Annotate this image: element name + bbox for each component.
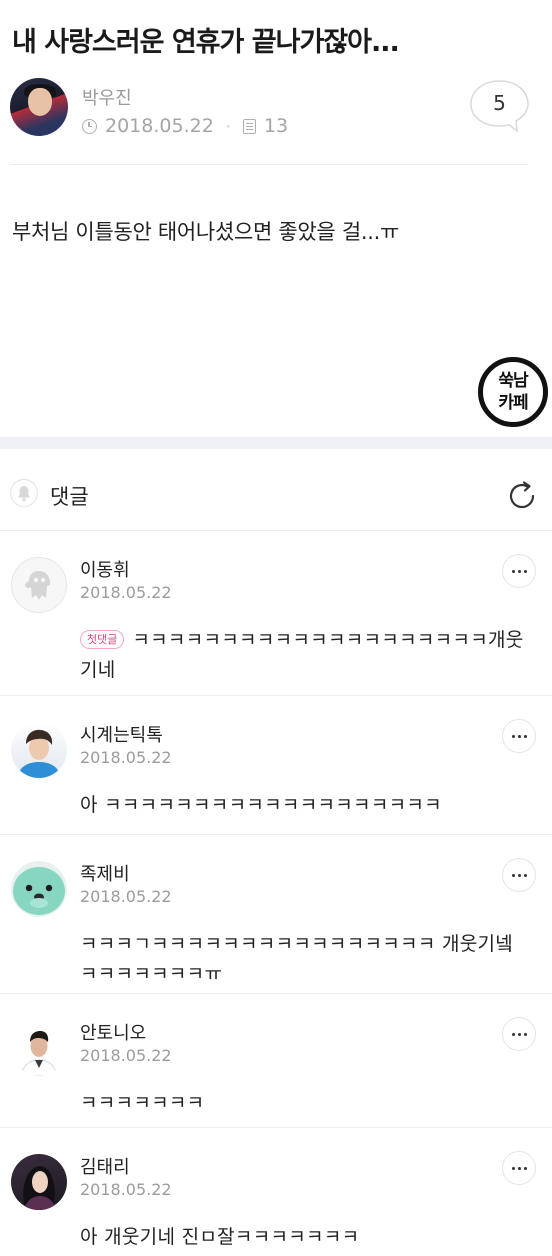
commenter-name[interactable]: 김태리 — [80, 1153, 130, 1179]
comment-text-block: 첫댓글 ㅋㅋㅋㅋㅋㅋㅋㅋㅋㅋㅋㅋㅋㅋㅋㅋㅋㅋㅋㅋ개웃기네 — [80, 625, 530, 685]
section-divider — [0, 437, 552, 449]
comment-text: 아 ㅋㅋㅋㅋㅋㅋㅋㅋㅋㅋㅋㅋㅋㅋㅋㅋㅋㅋㅋ — [80, 794, 442, 816]
bell-icon — [18, 486, 30, 502]
more-dot — [524, 1033, 527, 1036]
comments-header: 댓글 — [0, 449, 552, 531]
more-dot — [512, 1033, 515, 1036]
profile-photo — [13, 867, 65, 915]
more-dot — [518, 1167, 521, 1170]
comment-item: 족제비 2018.05.22 ㅋㅋㅋㄱㅋㅋㅋㅋㅋㅋㅋㅋㅋㅋㅋㅋㅋㅋㅋㅋ 개웃기넼… — [0, 835, 552, 994]
more-options-button[interactable] — [502, 719, 536, 753]
notification-toggle[interactable] — [10, 479, 38, 507]
commenter-avatar[interactable] — [11, 557, 67, 613]
commenter-name[interactable]: 족제비 — [80, 860, 130, 886]
more-options-button[interactable] — [502, 1017, 536, 1051]
document-icon — [242, 118, 256, 134]
commenter-avatar[interactable] — [11, 722, 67, 778]
comment-text: ㅋㅋㅋㅋㅋㅋㅋ — [80, 1092, 205, 1114]
meta-separator: · — [225, 116, 231, 136]
comment-date: 2018.05.22 — [80, 1046, 172, 1065]
more-dot — [512, 1167, 515, 1170]
comment-date: 2018.05.22 — [80, 1180, 172, 1199]
author-avatar[interactable] — [10, 78, 68, 136]
more-dot — [512, 570, 515, 573]
commenter-name[interactable]: 안토니오 — [80, 1019, 146, 1045]
header-divider — [10, 164, 528, 165]
post-title: 내 사랑스러운 연휴가 끝나가잖아... — [12, 27, 400, 58]
profile-photo — [23, 1166, 57, 1210]
more-dot — [518, 735, 521, 738]
more-dot — [512, 735, 515, 738]
more-options-button[interactable] — [502, 858, 536, 892]
comment-date: 2018.05.22 — [80, 748, 172, 767]
commenter-name[interactable]: 시계는틱톡 — [80, 721, 163, 747]
author-name[interactable]: 박우진 — [82, 84, 132, 110]
refresh-icon[interactable] — [505, 479, 539, 513]
cafe-post-screen: 내 사랑스러운 연휴가 끝나가잖아... 박우진 2018.05.22 · 13… — [0, 0, 552, 1256]
more-dot — [512, 874, 515, 877]
more-dot — [524, 570, 527, 573]
more-dot — [518, 1033, 521, 1036]
comment-date: 2018.05.22 — [80, 887, 172, 906]
comment-date: 2018.05.22 — [80, 583, 172, 602]
profile-photo — [17, 729, 61, 778]
profile-photo — [20, 1031, 58, 1076]
commenter-avatar[interactable] — [11, 861, 67, 917]
more-dot — [524, 874, 527, 877]
commenter-avatar[interactable] — [11, 1020, 67, 1076]
comment-item: 김태리 2018.05.22 아 개웃기네 진ㅁ잘ㅋㅋㅋㅋㅋㅋㅋ — [0, 1128, 552, 1256]
more-options-button[interactable] — [502, 554, 536, 588]
comment-item: 시계는틱톡 2018.05.22 아 ㅋㅋㅋㅋㅋㅋㅋㅋㅋㅋㅋㅋㅋㅋㅋㅋㅋㅋㅋ — [0, 696, 552, 835]
comment-text: ㅋㅋㅋㄱㅋㅋㅋㅋㅋㅋㅋㅋㅋㅋㅋㅋㅋㅋㅋㅋ 개웃기넼ㅋㅋㅋㅋㅋㅋㅋㅠ — [80, 933, 514, 985]
commenter-name[interactable]: 이동휘 — [80, 556, 130, 582]
more-dot — [524, 735, 527, 738]
default-profile-icon — [25, 571, 51, 600]
comment-item: 안토니오 2018.05.22 ㅋㅋㅋㅋㅋㅋㅋ — [0, 994, 552, 1128]
logo-line-2: 카페 — [498, 393, 528, 413]
comment-count: 5 — [493, 91, 506, 115]
more-dot — [518, 874, 521, 877]
first-comment-badge: 첫댓글 — [80, 630, 125, 649]
comment-text: ㅋㅋㅋㅋㅋㅋㅋㅋㅋㅋㅋㅋㅋㅋㅋㅋㅋㅋㅋㅋ개웃기네 — [80, 629, 524, 681]
comment-item: 이동휘 2018.05.22 첫댓글 ㅋㅋㅋㅋㅋㅋㅋㅋㅋㅋㅋㅋㅋㅋㅋㅋㅋㅋㅋㅋ개웃… — [0, 531, 552, 696]
cafe-logo: 쑥남 카페 — [478, 357, 548, 427]
post-body: 부처님 이틀동안 태어나셨으면 좋았을 걸...ㅠ — [12, 220, 399, 244]
commenter-avatar[interactable] — [11, 1154, 67, 1210]
comment-text: 아 개웃기네 진ㅁ잘ㅋㅋㅋㅋㅋㅋㅋ — [80, 1226, 360, 1248]
more-dot — [524, 1167, 527, 1170]
logo-line-1: 쑥남 — [498, 371, 528, 391]
post-date: 2018.05.22 — [105, 115, 214, 137]
more-options-button[interactable] — [502, 1151, 536, 1185]
post-meta: 2018.05.22 · 13 — [82, 114, 288, 138]
more-dot — [518, 570, 521, 573]
comments-label: 댓글 — [50, 485, 89, 509]
avatar-face — [28, 88, 52, 116]
comment-count-button[interactable]: 5 — [469, 79, 530, 133]
clock-icon — [82, 118, 97, 134]
view-count: 13 — [263, 115, 289, 137]
